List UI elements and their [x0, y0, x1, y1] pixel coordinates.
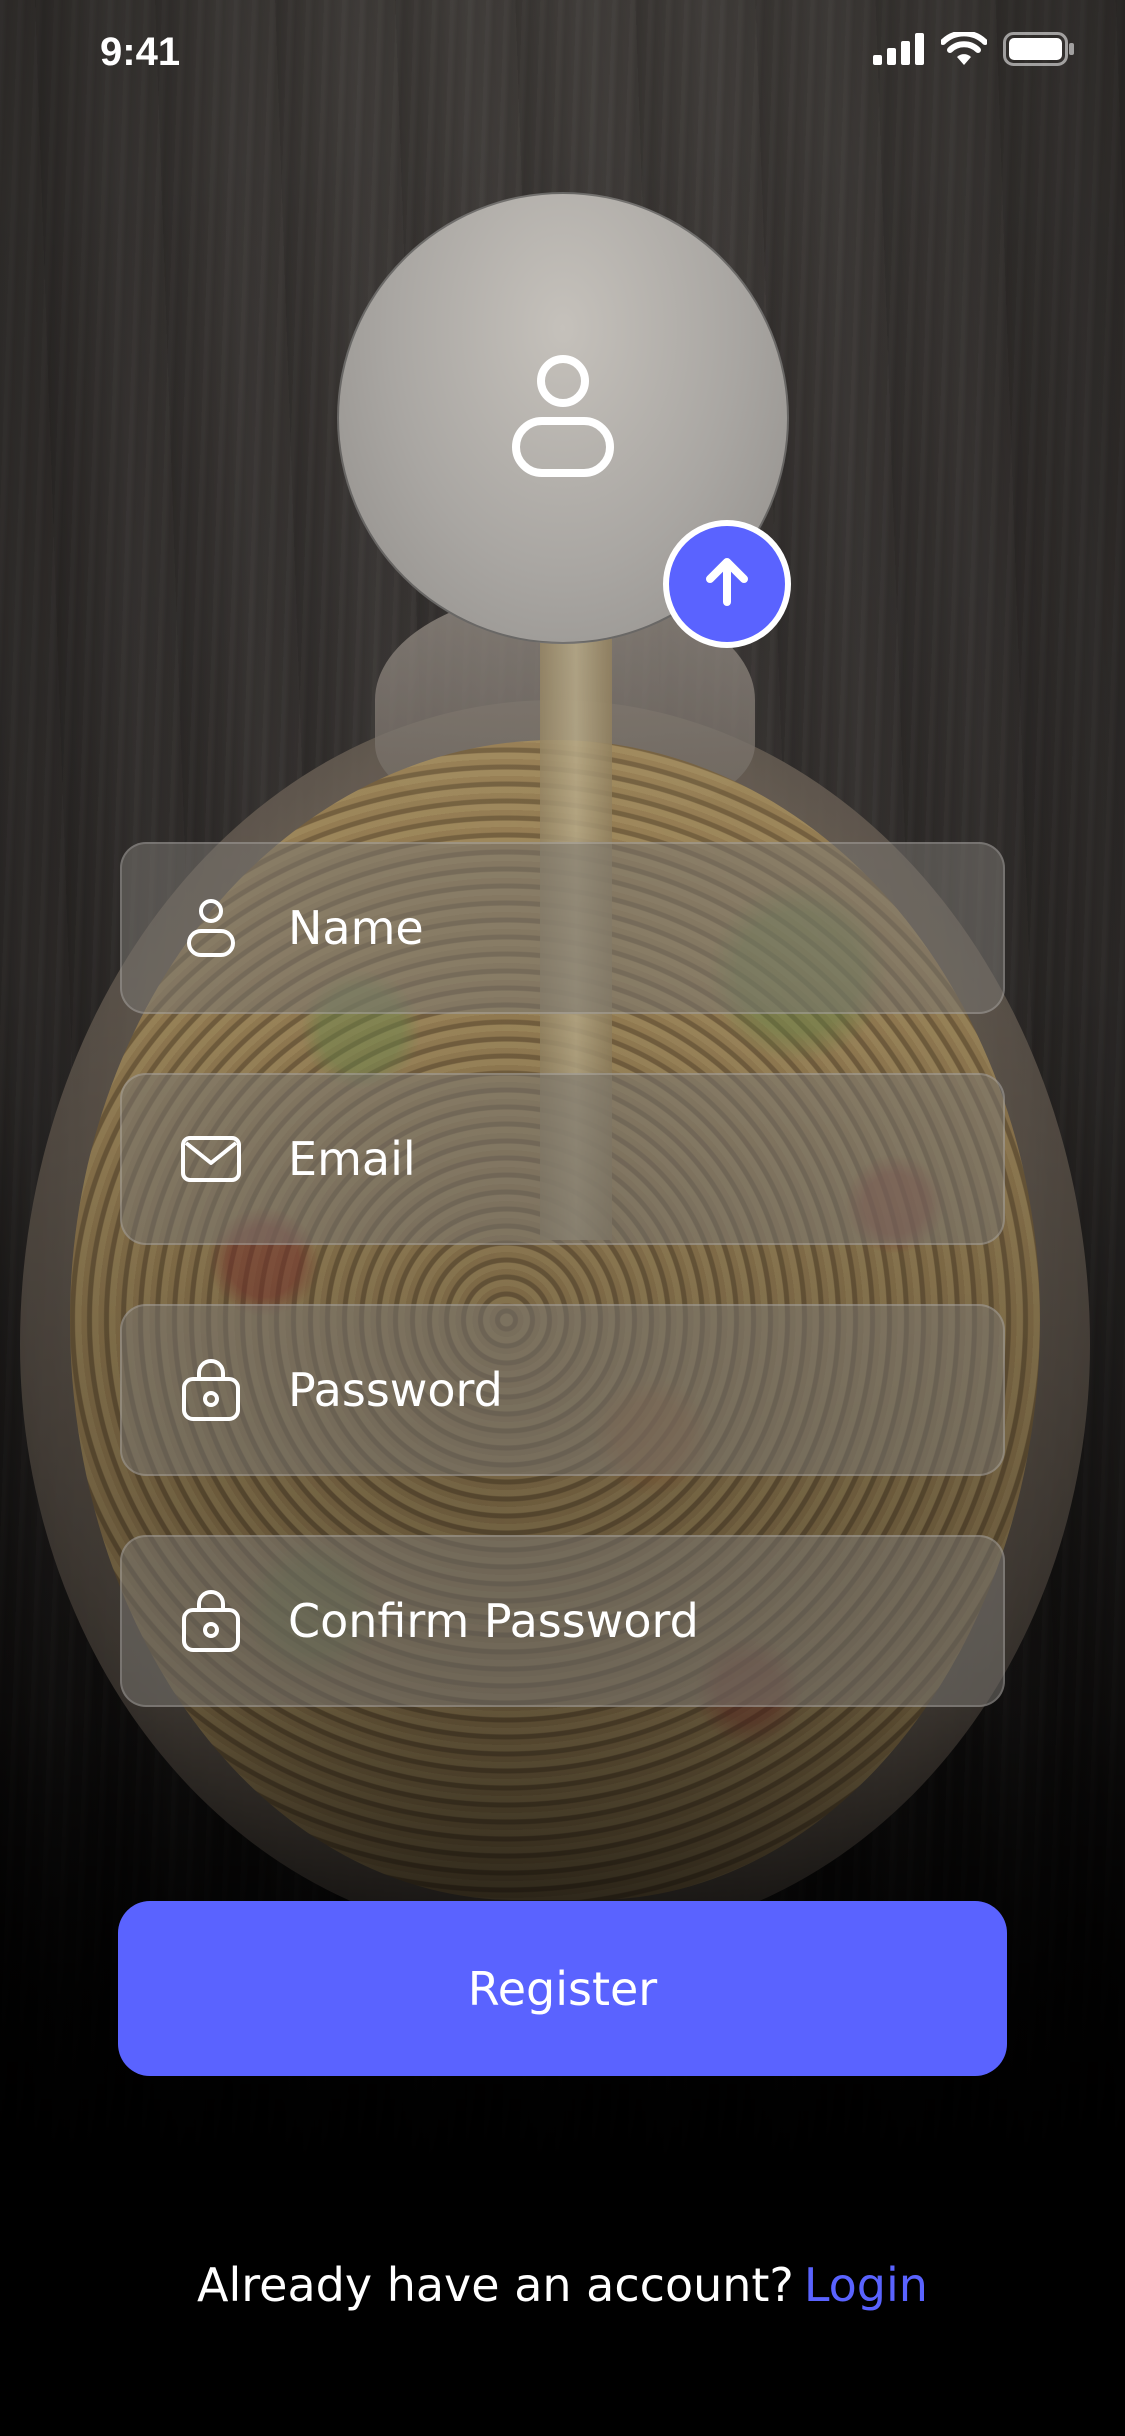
password-input[interactable]: [288, 1363, 908, 1417]
confirm-password-input[interactable]: [288, 1594, 908, 1648]
wifi-icon: [940, 30, 988, 70]
battery-icon: [1003, 32, 1075, 70]
login-prompt: Already have an account? Login: [0, 2258, 1125, 2312]
cellular-signal-icon: [873, 33, 925, 69]
status-time: 9:41: [100, 30, 181, 74]
user-icon: [508, 351, 618, 485]
name-input[interactable]: [288, 901, 908, 955]
arrow-up-icon: [697, 552, 757, 616]
login-prompt-text: Already have an account?: [197, 2258, 794, 2312]
upload-photo-button[interactable]: [663, 520, 791, 648]
lock-icon: [180, 1590, 242, 1652]
email-field[interactable]: [120, 1073, 1005, 1245]
name-field[interactable]: [120, 842, 1005, 1014]
user-icon: [180, 897, 242, 959]
lock-icon: [180, 1359, 242, 1421]
confirm-password-field[interactable]: [120, 1535, 1005, 1707]
password-field[interactable]: [120, 1304, 1005, 1476]
email-input[interactable]: [288, 1132, 908, 1186]
status-icons: [873, 30, 1075, 70]
login-link[interactable]: Login: [804, 2258, 928, 2312]
mail-icon: [180, 1128, 242, 1190]
register-screen: 9:41 Name Email Register Already have an…: [0, 0, 1125, 2436]
status-bar: 9:41: [0, 0, 1125, 110]
register-button[interactable]: Register: [118, 1901, 1007, 2076]
